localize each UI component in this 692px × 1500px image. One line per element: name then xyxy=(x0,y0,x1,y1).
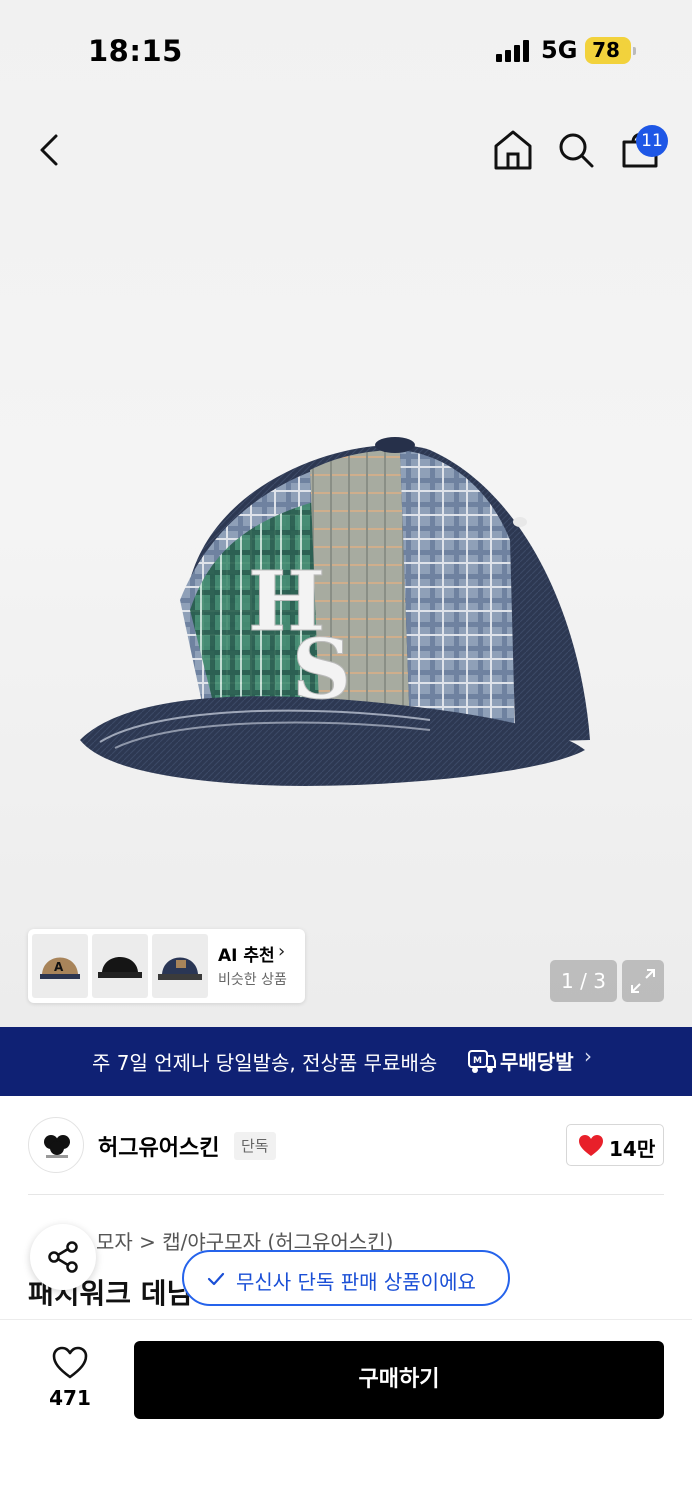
ai-recommend-subtitle: 비슷한 상품 xyxy=(218,972,287,988)
thumbnail-denim-cap[interactable] xyxy=(152,934,208,998)
home-icon[interactable] xyxy=(493,128,533,172)
delivery-banner[interactable]: 주 7일 언제나 당일발송, 전상품 무료배송 M 무배당발 › xyxy=(0,1027,692,1096)
share-button[interactable] xyxy=(30,1224,96,1290)
banner-text: 주 7일 언제나 당일발송, 전상품 무료배송 xyxy=(92,1051,438,1075)
cart-count-badge: 11 xyxy=(636,125,668,157)
check-icon xyxy=(207,1272,225,1286)
battery-icon: 78 xyxy=(585,37,636,64)
banner-logo-text: 무배당발 xyxy=(500,1050,574,1074)
back-arrow-icon[interactable] xyxy=(34,130,66,170)
brand-like-count: 14만 xyxy=(609,1137,656,1161)
toast-text: 무신사 단독 판매 상품이에요 xyxy=(236,1270,476,1294)
brand-like-button[interactable]: 14만 xyxy=(566,1124,664,1166)
product-image: H S xyxy=(80,437,590,786)
signal-icon xyxy=(496,40,532,62)
brand-logo[interactable] xyxy=(28,1117,84,1173)
wishlist-count: 471 xyxy=(49,1386,91,1410)
image-counter: 1 / 3 xyxy=(550,960,617,1002)
battery-level: 78 xyxy=(592,38,620,62)
heart-filled-icon xyxy=(579,1135,603,1156)
network-label: 5G xyxy=(541,36,578,64)
status-time: 18:15 xyxy=(88,34,183,68)
brand-name[interactable]: 허그유어스킨 xyxy=(98,1130,219,1162)
thumbnail-black-cap[interactable] xyxy=(92,934,148,998)
search-icon[interactable] xyxy=(556,130,596,170)
svg-text:M: M xyxy=(473,1056,482,1066)
thumbnail-plaid-cap[interactable]: A xyxy=(32,934,88,998)
divider xyxy=(28,1194,664,1195)
svg-text:A: A xyxy=(54,960,64,974)
status-bar: 18:15 5G 78 xyxy=(0,0,692,100)
chevron-right-icon: › xyxy=(584,1044,592,1068)
exclusive-toast: 무신사 단독 판매 상품이에요 xyxy=(182,1250,510,1306)
buy-button[interactable]: 구매하기 xyxy=(134,1341,664,1419)
ai-recommend-title: AI 추천 xyxy=(218,946,275,966)
expand-icon[interactable] xyxy=(622,960,664,1002)
share-icon xyxy=(48,1241,78,1273)
chevron-right-icon: › xyxy=(278,941,286,962)
exclusive-tag: 단독 xyxy=(234,1132,276,1160)
heart-outline-icon[interactable] xyxy=(51,1346,89,1380)
svg-text:S: S xyxy=(292,622,351,718)
ai-recommendation-card[interactable]: A AI 추천 › 비슷한 상품 xyxy=(28,929,305,1003)
delivery-truck-icon: M xyxy=(468,1050,496,1073)
